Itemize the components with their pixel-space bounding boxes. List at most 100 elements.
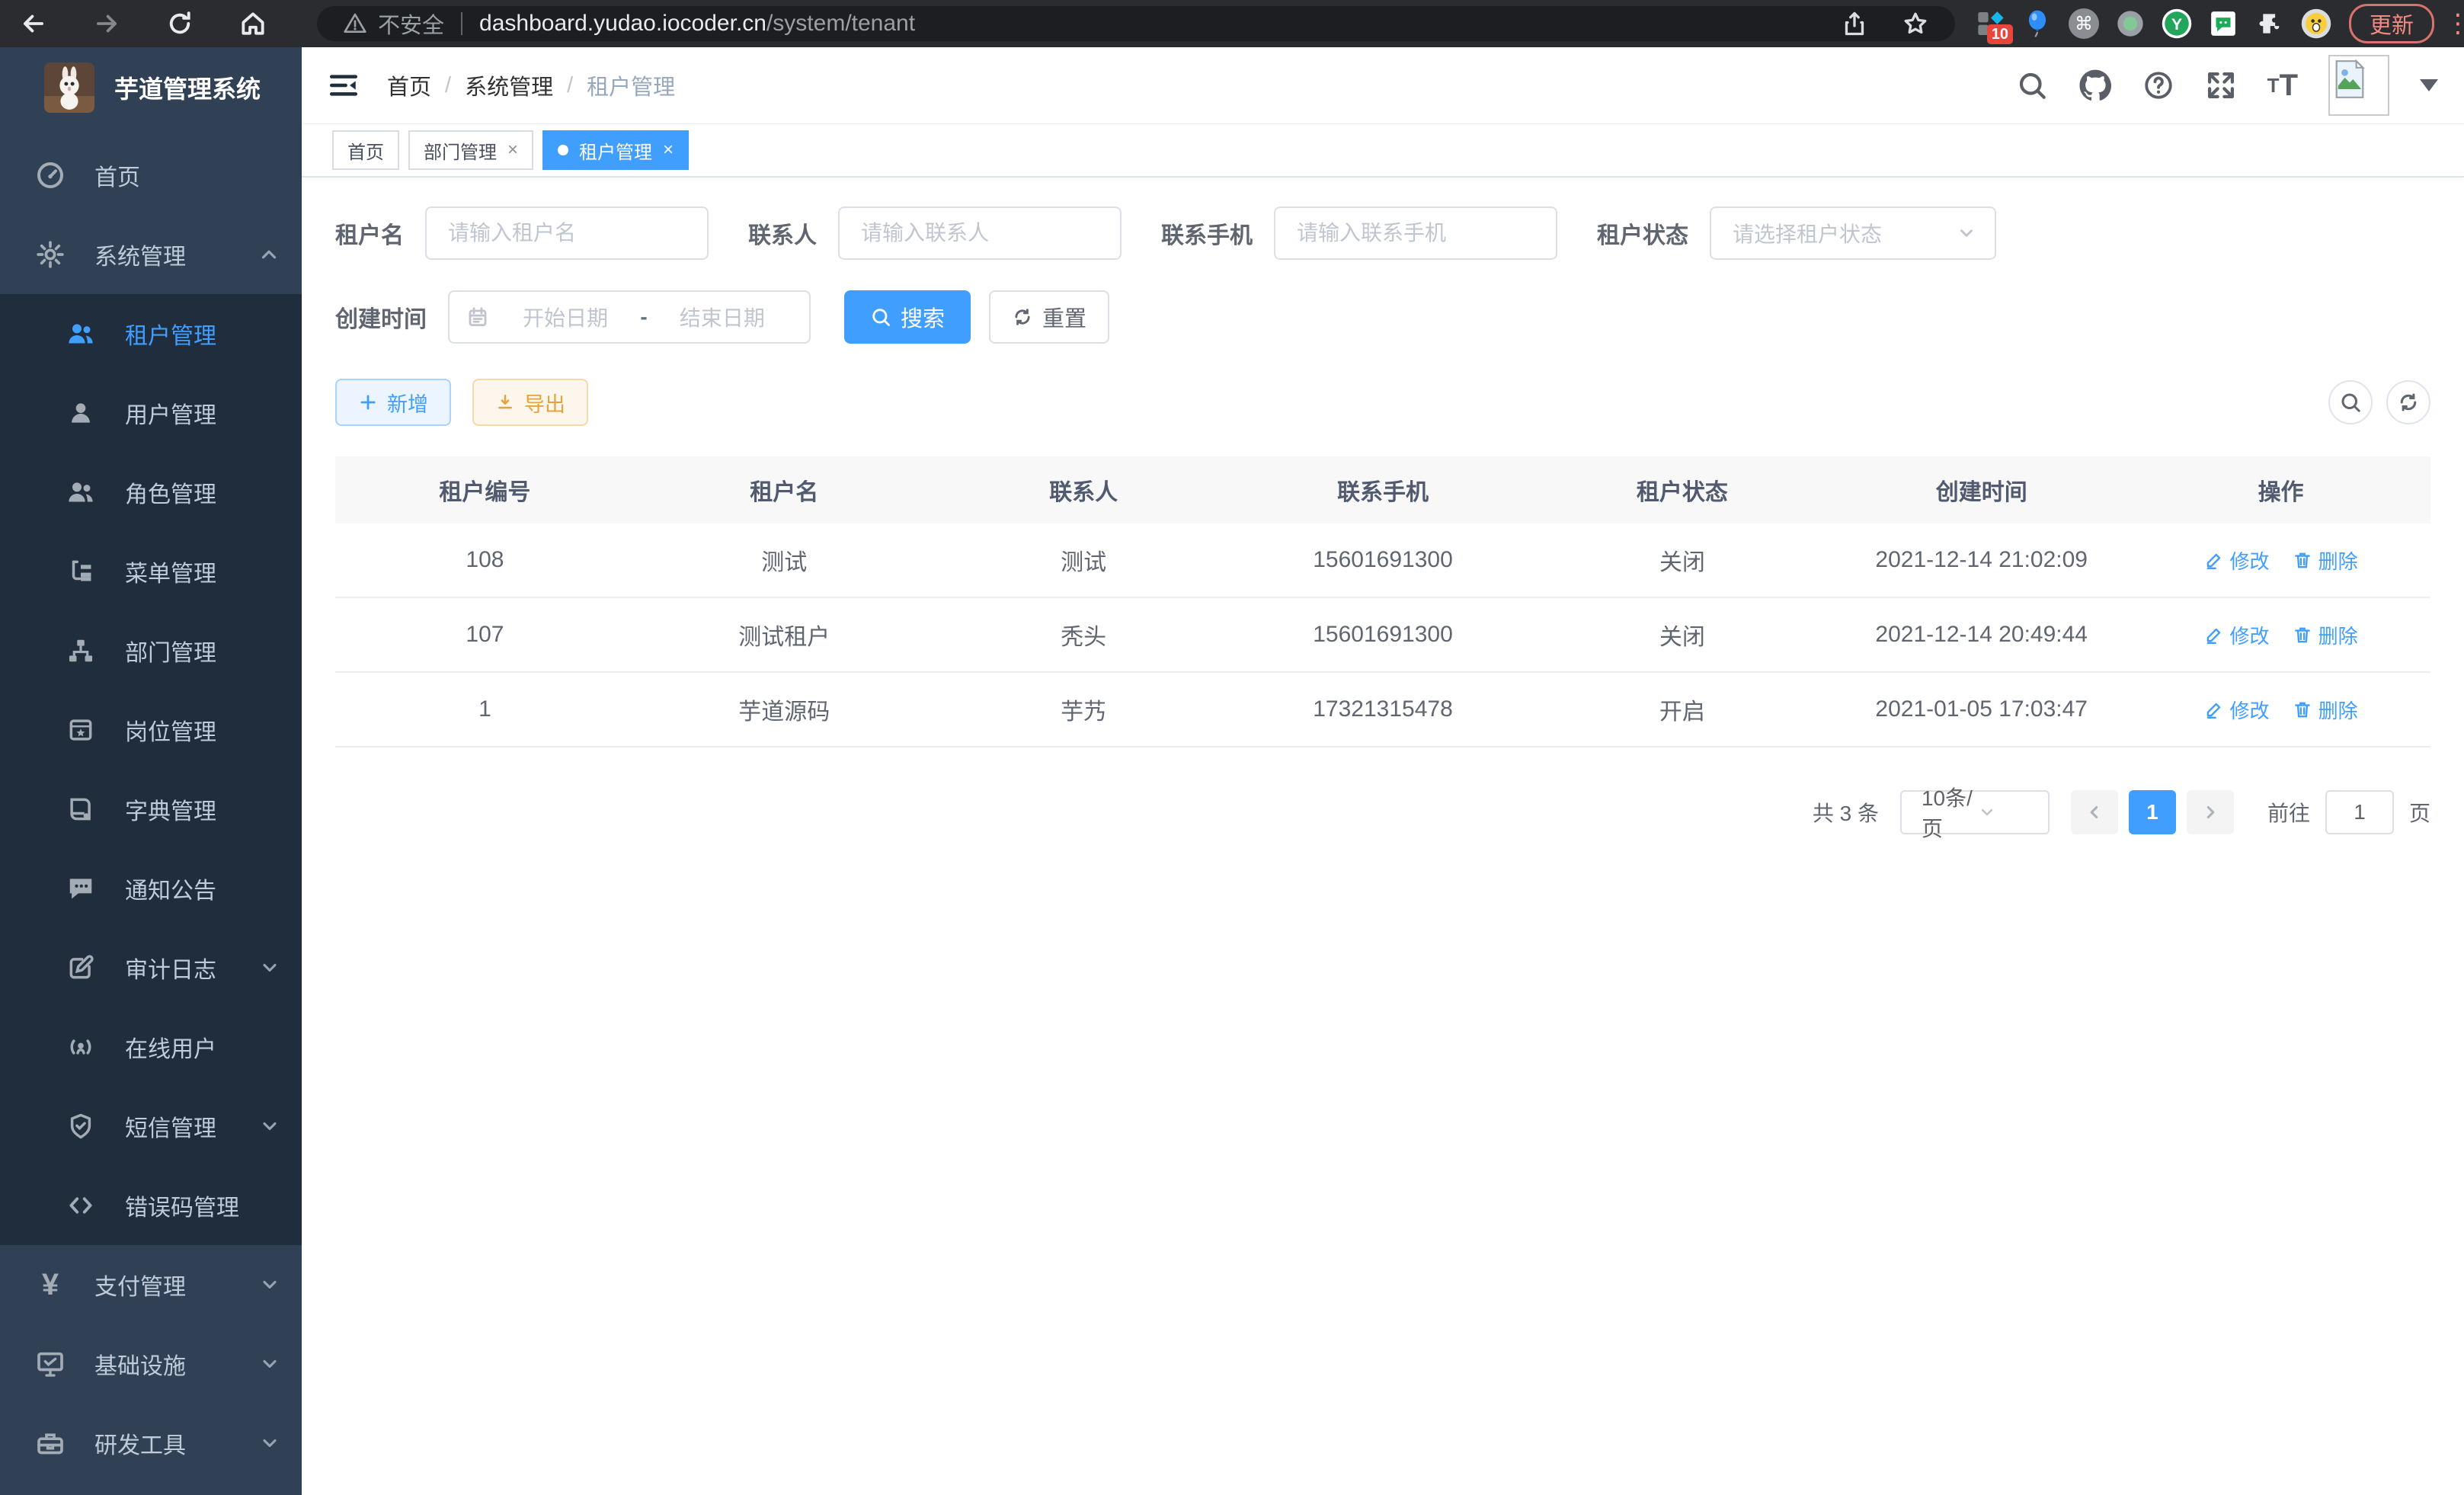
font-size-icon[interactable]: TT bbox=[2267, 70, 2298, 101]
sidebar-item-tenant[interactable]: 租户管理 bbox=[0, 294, 302, 373]
security-label[interactable]: 不安全 bbox=[378, 8, 444, 40]
page-number-current[interactable]: 1 bbox=[2129, 790, 2176, 834]
search-icon[interactable] bbox=[2016, 69, 2048, 101]
reset-button[interactable]: 重置 bbox=[989, 290, 1109, 344]
sidebar-collapse-icon[interactable] bbox=[328, 69, 360, 101]
avatar-dropdown-caret-icon[interactable] bbox=[2420, 79, 2438, 91]
audit-edit-icon bbox=[66, 952, 96, 983]
sidebar-item-dev-tools[interactable]: 研发工具 bbox=[0, 1404, 302, 1483]
tab-home[interactable]: 首页 bbox=[332, 130, 399, 170]
sidebar-item-pay[interactable]: ¥ 支付管理 bbox=[0, 1245, 302, 1324]
sidebar-menu: 首页 系统管理 租户管理 用户管理 角色管理 bbox=[0, 128, 302, 1483]
refresh-table-button[interactable] bbox=[2386, 380, 2430, 424]
sidebar-item-dept[interactable]: 部门管理 bbox=[0, 611, 302, 690]
chevron-down-icon bbox=[259, 1116, 280, 1137]
logo-image bbox=[44, 62, 94, 113]
next-page-button[interactable] bbox=[2187, 790, 2234, 834]
breadcrumb-home[interactable]: 首页 bbox=[387, 69, 431, 101]
sidebar-item-home[interactable]: 首页 bbox=[0, 136, 302, 215]
extensions-row: 10 ⌘ Y bbox=[1975, 8, 2332, 40]
toggle-search-button[interactable] bbox=[2328, 380, 2373, 424]
tab-tenant[interactable]: 租户管理× bbox=[542, 130, 689, 170]
date-range-picker[interactable]: 开始日期 - 结束日期 bbox=[448, 290, 811, 344]
extension-chat-icon[interactable] bbox=[2207, 8, 2239, 40]
sidebar-item-audit-log[interactable]: 审计日志 bbox=[0, 928, 302, 1007]
status-select[interactable]: 请选择租户状态 bbox=[1710, 206, 1996, 260]
goto-page-input[interactable] bbox=[2325, 790, 2394, 834]
delete-link[interactable]: 删除 bbox=[2293, 546, 2358, 575]
sidebar-item-post[interactable]: 岗位管理 bbox=[0, 690, 302, 770]
share-icon[interactable] bbox=[1841, 10, 1868, 37]
fullscreen-icon[interactable] bbox=[2205, 69, 2237, 101]
navbar-actions: TT bbox=[2016, 55, 2443, 116]
sidebar-item-dict[interactable]: 字典管理 bbox=[0, 770, 302, 849]
sidebar-item-infra[interactable]: 基础设施 bbox=[0, 1324, 302, 1404]
delete-link[interactable]: 删除 bbox=[2293, 621, 2358, 649]
pagination: 共 3 条 10条/页 1 前往 页 bbox=[335, 790, 2430, 834]
system-submenu: 租户管理 用户管理 角色管理 菜单管理 部门管理 bbox=[0, 294, 302, 1245]
extension-recorder-icon[interactable] bbox=[2114, 8, 2146, 40]
bookmark-star-icon[interactable] bbox=[1902, 10, 1929, 37]
close-icon[interactable]: × bbox=[663, 139, 674, 161]
dept-tree-icon bbox=[66, 635, 96, 666]
user-avatar[interactable] bbox=[2328, 55, 2389, 116]
filter-status: 租户状态 请选择租户状态 bbox=[1597, 206, 1996, 260]
status-value: 关闭 bbox=[1532, 543, 1832, 577]
chevron-down-icon bbox=[259, 957, 280, 978]
delete-link[interactable]: 删除 bbox=[2293, 696, 2358, 724]
extensions-puzzle-icon[interactable] bbox=[2254, 8, 2286, 40]
sidebar-item-system[interactable]: 系统管理 bbox=[0, 215, 302, 294]
extension-command-icon[interactable]: ⌘ bbox=[2068, 8, 2100, 40]
contact-input[interactable] bbox=[838, 206, 1122, 260]
chevron-down-icon bbox=[259, 1433, 280, 1454]
mobile-input[interactable] bbox=[1274, 206, 1557, 260]
chevron-up-icon bbox=[258, 243, 280, 266]
table-row: 107 测试租户 秃头 15601691300 关闭 2021-12-14 20… bbox=[335, 598, 2430, 673]
table-header-row: 租户编号 租户名 联系人 联系手机 租户状态 创建时间 操作 bbox=[335, 456, 2430, 523]
breadcrumb-system[interactable]: 系统管理 bbox=[465, 69, 553, 101]
url-divider bbox=[461, 12, 462, 35]
filter-contact: 联系人 bbox=[748, 206, 1122, 260]
dict-book-icon bbox=[66, 794, 96, 824]
sidebar-item-menu[interactable]: 菜单管理 bbox=[0, 532, 302, 611]
extension-yudao-icon[interactable]: Y bbox=[2161, 8, 2193, 40]
home-icon[interactable] bbox=[236, 7, 270, 40]
sidebar-item-role[interactable]: 角色管理 bbox=[0, 453, 302, 532]
breadcrumb: 首页 / 系统管理 / 租户管理 bbox=[387, 69, 675, 101]
chevron-down-icon bbox=[1957, 223, 1976, 243]
help-icon[interactable] bbox=[2142, 69, 2174, 101]
chrome-update-button[interactable]: 更新 bbox=[2349, 4, 2434, 43]
edit-link[interactable]: 修改 bbox=[2204, 621, 2270, 649]
close-icon[interactable]: × bbox=[507, 139, 518, 161]
prev-page-button[interactable] bbox=[2071, 790, 2118, 834]
search-button[interactable]: 搜索 bbox=[844, 290, 971, 344]
forward-icon[interactable] bbox=[90, 7, 123, 40]
reload-icon[interactable] bbox=[163, 7, 197, 40]
tenant-users-icon bbox=[66, 319, 96, 349]
add-button[interactable]: 新增 bbox=[335, 379, 451, 426]
post-badge-icon bbox=[66, 715, 96, 745]
tabs-bar: 首页 部门管理× 租户管理× bbox=[302, 124, 2464, 178]
github-icon[interactable] bbox=[2078, 69, 2112, 102]
export-button[interactable]: 导出 bbox=[472, 379, 588, 426]
edit-link[interactable]: 修改 bbox=[2204, 546, 2270, 575]
security-warning-icon[interactable] bbox=[343, 11, 367, 36]
chrome-menu-icon[interactable]: ⋮ bbox=[2445, 8, 2464, 39]
url-text[interactable]: dashboard.yudao.iocoder.cn/system/tenant bbox=[479, 11, 915, 37]
edit-link[interactable]: 修改 bbox=[2204, 696, 2270, 724]
profile-avatar-icon[interactable] bbox=[2300, 8, 2332, 40]
sidebar-item-user[interactable]: 用户管理 bbox=[0, 373, 302, 453]
sidebar-item-notice[interactable]: 通知公告 bbox=[0, 849, 302, 928]
infra-monitor-icon bbox=[35, 1349, 66, 1379]
page-size-select[interactable]: 10条/页 bbox=[1900, 790, 2050, 834]
sidebar-item-sms[interactable]: 短信管理 bbox=[0, 1087, 302, 1166]
breadcrumb-current: 租户管理 bbox=[587, 69, 675, 101]
tenant-name-input[interactable] bbox=[425, 206, 709, 260]
back-icon[interactable] bbox=[17, 7, 50, 40]
sidebar-item-error-code[interactable]: 错误码管理 bbox=[0, 1166, 302, 1245]
address-bar[interactable]: 不安全 dashboard.yudao.iocoder.cn/system/te… bbox=[317, 6, 1955, 41]
extension-balloon-icon[interactable] bbox=[2021, 8, 2053, 40]
sidebar-item-online-user[interactable]: 在线用户 bbox=[0, 1007, 302, 1087]
tab-dept[interactable]: 部门管理× bbox=[408, 130, 533, 170]
extension-tampermonkey-icon[interactable]: 10 bbox=[1975, 8, 2007, 40]
